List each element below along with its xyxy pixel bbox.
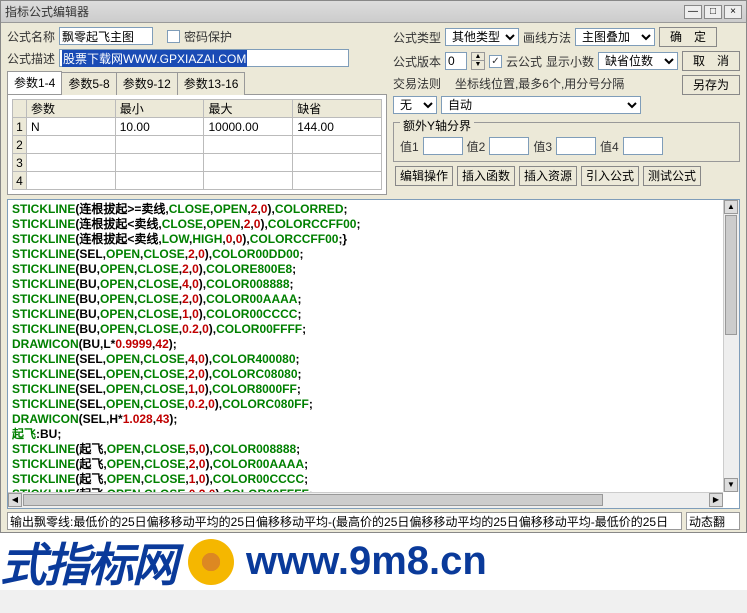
tab-params-13-16[interactable]: 参数13-16 [177,72,246,95]
p3-name[interactable] [27,155,115,171]
insert-fn-button[interactable]: 插入函数 [457,166,515,186]
p4-name[interactable] [27,173,115,189]
decimal-label: 显示小数 [546,53,594,70]
editor-window: 指标公式编辑器 — □ × 公式名称 密码保护 公式描述 股票下载 [0,0,747,533]
insert-res-button[interactable]: 插入资源 [519,166,577,186]
status-output: 输出飘零线:最低价的25日偏移移动平均的25日偏移移动平均-(最高价的25日偏移… [7,512,682,530]
window-buttons: — □ × [684,5,742,19]
test-formula-button[interactable]: 测试公式 [643,166,701,186]
val4-input[interactable] [623,137,663,155]
val3-label: 值3 [533,138,552,155]
param-panel: 参数 最小 最大 缺省 1 2 3 4 [7,95,387,195]
formula-desc-value: 股票下载网WWW.GPXIAZAI.COM [62,50,247,67]
val3-input[interactable] [556,137,596,155]
param-row: 4 [13,172,382,190]
window-title: 指标公式编辑器 [5,3,684,20]
col-def: 缺省 [293,100,382,118]
extra-y-fieldset: 额外Y轴分界 值1 值2 值3 值4 [393,122,740,162]
param-row: 1 [13,118,382,136]
cloud-checkbox[interactable]: ✓ [489,55,502,68]
p1-def[interactable] [293,119,381,135]
val4-label: 值4 [600,138,619,155]
p2-name[interactable] [27,137,115,153]
draw-method-select[interactable]: 主图叠加 [575,28,655,46]
p1-min[interactable] [116,119,204,135]
param-row: 3 [13,154,382,172]
ok-button[interactable]: 确 定 [659,27,717,47]
p1-name[interactable] [27,119,115,135]
formula-desc-input[interactable]: 股票下载网WWW.GPXIAZAI.COM [59,49,349,67]
val1-label: 值1 [400,138,419,155]
version-label: 公式版本 [393,53,441,70]
formula-type-select[interactable]: 其他类型 [445,28,519,46]
p1-max[interactable] [204,119,292,135]
formula-type-label: 公式类型 [393,29,441,46]
val2-label: 值2 [467,138,486,155]
param-table: 参数 最小 最大 缺省 1 2 3 4 [12,99,382,190]
import-formula-button[interactable]: 引入公式 [581,166,639,186]
code-editor[interactable]: STICKLINE(连根拔起>=卖线,CLOSE,OPEN,2,0),COLOR… [7,199,740,509]
cloud-label: 云公式 [506,53,542,70]
tab-params-5-8[interactable]: 参数5-8 [61,72,116,95]
val1-input[interactable] [423,137,463,155]
scroll-right-icon[interactable]: ▶ [709,493,723,507]
scroll-thumb-h[interactable] [23,494,603,506]
footer-url: www.9m8.cn [246,539,487,584]
edit-op-button[interactable]: 编辑操作 [395,166,453,186]
close-button[interactable]: × [724,5,742,19]
vertical-scrollbar[interactable]: ▲ ▼ [723,200,739,492]
formula-name-label: 公式名称 [7,28,55,45]
version-input[interactable] [445,52,467,70]
version-down[interactable]: ▼ [472,61,484,69]
val2-input[interactable] [489,137,529,155]
formula-desc-label: 公式描述 [7,50,55,67]
scroll-thumb-v[interactable] [725,215,737,335]
footer-left-text: 式指标网 [0,533,176,590]
save-as-button[interactable]: 另存为 [682,75,740,95]
tab-params-1-4[interactable]: 参数1-4 [7,71,62,94]
col-param: 参数 [27,100,116,118]
param-row: 2 [13,136,382,154]
cancel-button[interactable]: 取 消 [682,51,740,71]
col-min: 最小 [115,100,204,118]
draw-method-label: 画线方法 [523,29,571,46]
password-label: 密码保护 [184,28,232,45]
col-max: 最大 [204,100,293,118]
scroll-up-icon[interactable]: ▲ [724,200,738,214]
extra-y-legend: 额外Y轴分界 [400,117,474,134]
tab-params-9-12[interactable]: 参数9-12 [116,72,178,95]
version-up[interactable]: ▲ [472,53,484,61]
scroll-down-icon[interactable]: ▼ [724,478,738,492]
logo-icon [188,539,234,585]
dynamic-translate[interactable]: 动态翻 [686,512,740,530]
scroll-left-icon[interactable]: ◀ [8,493,22,507]
code-content: STICKLINE(连根拔起>=卖线,CLOSE,OPEN,2,0),COLOR… [12,202,735,502]
password-checkbox[interactable] [167,30,180,43]
formula-name-input[interactable] [59,27,153,45]
titlebar: 指标公式编辑器 — □ × [1,1,746,23]
coord-hint: 坐标线位置,最多6个,用分号分隔 [455,75,624,92]
horizontal-scrollbar[interactable]: ◀ ▶ [8,492,723,508]
trade-rule-label: 交易法则 [393,75,441,92]
minimize-button[interactable]: — [684,5,702,19]
trade-rule-select[interactable]: 无 [393,96,437,114]
auto-select[interactable]: 自动 [441,96,641,114]
watermark-footer: 式指标网 www.9m8.cn [0,533,747,590]
maximize-button[interactable]: □ [704,5,722,19]
param-tabs: 参数1-4 参数5-8 参数9-12 参数13-16 [7,71,387,95]
decimal-select[interactable]: 缺省位数 [598,52,678,70]
